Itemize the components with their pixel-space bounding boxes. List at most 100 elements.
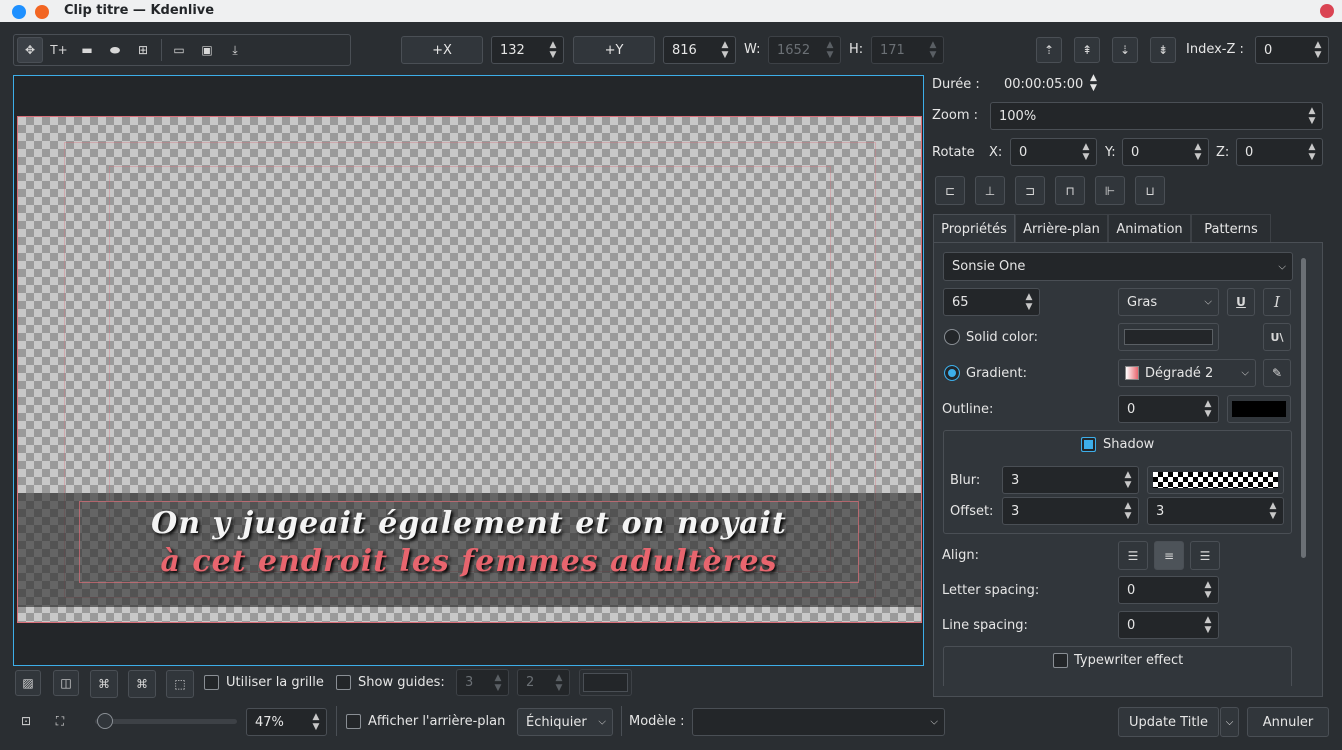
guides-h-field[interactable]: 3 ▲ ▼ bbox=[456, 669, 509, 696]
background-type-select[interactable]: Échiquier ⌵ bbox=[517, 708, 613, 736]
spin-arrows-icon[interactable]: ▲ ▼ bbox=[1202, 396, 1214, 422]
plus-y-button[interactable]: +Y bbox=[573, 36, 655, 64]
gradient-select[interactable]: Dégradé 2 ⌵ bbox=[1118, 359, 1256, 387]
rotate-x-field[interactable]: 0 ▲ ▼ bbox=[1010, 138, 1097, 166]
zoom-percent-field[interactable]: 47% ▲ ▼ bbox=[246, 708, 327, 736]
title-canvas[interactable]: On y jugeait également et on noyait à ce… bbox=[13, 75, 924, 666]
select-area-button[interactable]: ⬚ bbox=[166, 670, 194, 698]
download-button[interactable]: ⤓ bbox=[223, 38, 247, 62]
index-z-field[interactable]: 0 ▲ ▼ bbox=[1255, 36, 1329, 64]
blur-field[interactable]: 3 ▲ ▼ bbox=[1002, 466, 1139, 494]
case-button[interactable]: U\ bbox=[1263, 323, 1291, 351]
solid-color-button[interactable] bbox=[1118, 323, 1219, 351]
spin-arrows-icon[interactable]: ▲ ▼ bbox=[719, 37, 731, 63]
y-position-field[interactable]: 816 ▲ ▼ bbox=[663, 36, 736, 64]
outline-color-button[interactable] bbox=[1227, 395, 1291, 423]
spin-arrows-icon[interactable]: ▲ ▼ bbox=[1306, 103, 1318, 129]
spin-arrows-icon[interactable]: ▲ ▼ bbox=[1306, 139, 1318, 165]
raise-button[interactable]: ⇡ bbox=[1036, 37, 1062, 63]
select-tool-button[interactable]: ✥ bbox=[17, 37, 43, 63]
snap-button[interactable]: ⌘ bbox=[90, 670, 118, 698]
width-field[interactable]: 1652 ▲ ▼ bbox=[768, 36, 841, 64]
duree-value[interactable]: 00:00:05:00 bbox=[1004, 77, 1083, 92]
spin-arrows-icon[interactable]: ▲ ▼ bbox=[1080, 139, 1092, 165]
model-select[interactable]: ⌵ bbox=[692, 708, 945, 736]
spin-arrows-icon[interactable]: ▲ ▼ bbox=[310, 709, 322, 735]
spin-arrows-icon[interactable]: ▲ ▼ bbox=[1122, 498, 1134, 524]
snap-grid-button[interactable]: ⌘ bbox=[128, 670, 156, 698]
align-top-button[interactable]: ⊓ bbox=[1055, 176, 1085, 205]
plus-x-button[interactable]: +X bbox=[401, 36, 483, 64]
lower-bottom-button[interactable]: ⇟ bbox=[1150, 37, 1176, 63]
spin-arrows-icon[interactable]: ▲ ▼ bbox=[1122, 467, 1134, 493]
spin-arrows-icon[interactable]: ▲ ▼ bbox=[1267, 498, 1279, 524]
open-button[interactable]: ▭ bbox=[167, 38, 191, 62]
ellipse-tool-button[interactable]: ⬬ bbox=[103, 38, 127, 62]
shadow-checkbox[interactable] bbox=[1081, 437, 1096, 452]
font-weight-select[interactable]: Gras ⌵ bbox=[1118, 288, 1219, 316]
underline-button[interactable]: U bbox=[1227, 288, 1255, 316]
spin-arrows-icon[interactable]: ▲ ▼ bbox=[1202, 612, 1214, 638]
background-image-button[interactable]: ▨ bbox=[15, 670, 41, 696]
font-size-field[interactable]: 65 ▲ ▼ bbox=[943, 288, 1040, 316]
typewriter-checkbox[interactable] bbox=[1053, 653, 1068, 668]
cancel-button[interactable]: Annuler bbox=[1247, 707, 1329, 737]
align-hcenter-button[interactable]: ⊥ bbox=[975, 176, 1005, 205]
spin-arrows-icon[interactable]: ▲ ▼ bbox=[1202, 577, 1214, 603]
spin-arrows-icon[interactable]: ▲ ▼ bbox=[492, 670, 504, 695]
align-right-button[interactable]: ⊐ bbox=[1015, 176, 1045, 205]
show-background-checkbox[interactable] bbox=[346, 714, 361, 729]
tab-proprietes[interactable]: Propriétés bbox=[933, 214, 1015, 243]
guides-color-button[interactable] bbox=[579, 669, 632, 696]
line-spacing-field[interactable]: 0 ▲ ▼ bbox=[1118, 611, 1219, 639]
zoom-slider-handle[interactable] bbox=[97, 713, 113, 729]
spin-arrows-icon[interactable]: ▲ ▼ bbox=[927, 37, 939, 63]
update-title-button[interactable]: Update Title bbox=[1118, 707, 1219, 737]
offset-x-field[interactable]: 3 ▲ ▼ bbox=[1002, 497, 1139, 525]
save-button[interactable]: ▣ bbox=[195, 38, 219, 62]
text-align-right-button[interactable]: ☰ bbox=[1190, 541, 1220, 570]
spin-arrows-icon[interactable]: ▲ ▼ bbox=[1192, 139, 1204, 165]
x-position-field[interactable]: 132 ▲ ▼ bbox=[491, 36, 564, 64]
zoom-slider-track[interactable] bbox=[95, 713, 237, 729]
height-field[interactable]: 171 ▲ ▼ bbox=[871, 36, 944, 64]
spin-arrows-icon[interactable]: ▲ ▼ bbox=[547, 37, 559, 63]
shadow-color-button[interactable] bbox=[1147, 466, 1284, 494]
text-tool-button[interactable]: T+ bbox=[47, 38, 71, 62]
guides-vertical-button[interactable]: ◫ bbox=[53, 670, 79, 696]
spin-arrows-icon[interactable]: ▲ ▼ bbox=[824, 37, 836, 63]
update-menu-button[interactable]: ⌵ bbox=[1220, 707, 1239, 737]
solid-color-radio[interactable] bbox=[944, 329, 960, 345]
outline-field[interactable]: 0 ▲ ▼ bbox=[1118, 395, 1219, 423]
zoom-field[interactable]: 100% ▲ ▼ bbox=[990, 102, 1323, 130]
edit-gradient-button[interactable]: ✎ bbox=[1263, 359, 1291, 387]
rotate-z-field[interactable]: 0 ▲ ▼ bbox=[1236, 138, 1323, 166]
gradient-radio[interactable] bbox=[944, 365, 960, 381]
tab-animation[interactable]: Animation bbox=[1108, 214, 1191, 243]
text-align-center-button[interactable]: ≡ bbox=[1154, 541, 1184, 570]
text-item[interactable]: On y jugeait également et on noyait à ce… bbox=[79, 501, 859, 583]
lower-button[interactable]: ⇣ bbox=[1112, 37, 1138, 63]
window-close-button[interactable] bbox=[1320, 4, 1334, 18]
tab-arriere-plan[interactable]: Arrière-plan bbox=[1015, 214, 1108, 243]
guides-v-field[interactable]: 2 ▲ ▼ bbox=[517, 669, 570, 696]
spin-arrows-icon[interactable]: ▲ ▼ bbox=[1023, 289, 1035, 315]
raise-top-button[interactable]: ⇞ bbox=[1074, 37, 1100, 63]
align-bottom-button[interactable]: ⊔ bbox=[1135, 176, 1165, 205]
image-tool-button[interactable]: ⊞ bbox=[131, 38, 155, 62]
spin-arrows-icon[interactable]: ▲ ▼ bbox=[553, 670, 565, 695]
italic-button[interactable]: I bbox=[1263, 288, 1291, 316]
align-vcenter-button[interactable]: ⊩ bbox=[1095, 176, 1125, 205]
duree-spin-icon[interactable]: ▲ ▼ bbox=[1090, 73, 1097, 93]
spin-arrows-icon[interactable]: ▲ ▼ bbox=[1312, 37, 1324, 63]
letter-spacing-field[interactable]: 0 ▲ ▼ bbox=[1118, 576, 1219, 604]
show-guides-checkbox[interactable] bbox=[336, 675, 351, 690]
rotate-y-field[interactable]: 0 ▲ ▼ bbox=[1122, 138, 1209, 166]
grid-checkbox[interactable] bbox=[204, 675, 219, 690]
offset-y-field[interactable]: 3 ▲ ▼ bbox=[1147, 497, 1284, 525]
zoom-original-button[interactable]: ⛶ bbox=[48, 709, 72, 733]
text-align-left-button[interactable]: ☰ bbox=[1118, 541, 1148, 570]
zoom-fit-button[interactable]: ⊡ bbox=[14, 709, 38, 733]
tab-patterns[interactable]: Patterns bbox=[1191, 214, 1271, 243]
window-dot-blue[interactable] bbox=[12, 5, 26, 19]
